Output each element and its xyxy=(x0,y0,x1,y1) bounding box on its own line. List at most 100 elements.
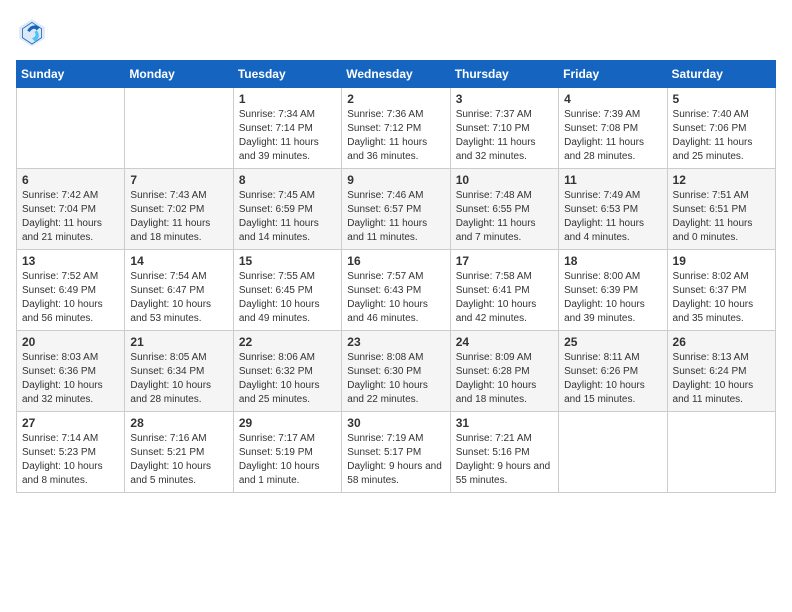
calendar-week-row: 20Sunrise: 8:03 AM Sunset: 6:36 PM Dayli… xyxy=(17,331,776,412)
day-info: Sunrise: 8:05 AM Sunset: 6:34 PM Dayligh… xyxy=(130,351,227,407)
calendar-cell: 25 Sunrise: 8:11 AM Sunset: 6:26 PM Dayli… xyxy=(559,331,667,412)
calendar-cell: 17 Sunrise: 7:58 AM Sunset: 6:41 PM Dayli… xyxy=(450,250,558,331)
calendar-cell xyxy=(125,88,233,169)
day-of-week-header: Friday xyxy=(559,61,667,88)
day-number: 4 xyxy=(564,92,661,106)
day-of-week-header: Saturday xyxy=(667,61,775,88)
day-of-week-header: Sunday xyxy=(17,61,125,88)
day-info: Sunrise: 7:17 AM Sunset: 5:19 PM Dayligh… xyxy=(239,432,336,488)
day-info: Sunrise: 7:46 AM Sunset: 6:57 PM Dayligh… xyxy=(347,189,444,245)
day-info: Sunrise: 8:11 AM Sunset: 6:26 PM Dayligh… xyxy=(564,351,661,407)
day-of-week-header: Wednesday xyxy=(342,61,450,88)
calendar-cell: 26 Sunrise: 8:13 AM Sunset: 6:24 PM Dayli… xyxy=(667,331,775,412)
day-number: 30 xyxy=(347,416,444,430)
calendar-cell xyxy=(17,88,125,169)
day-info: Sunrise: 7:36 AM Sunset: 7:12 PM Dayligh… xyxy=(347,108,444,164)
calendar-cell: 16 Sunrise: 7:57 AM Sunset: 6:43 PM Dayli… xyxy=(342,250,450,331)
calendar-cell: 14Sunrise: 7:54 AM Sunset: 6:47 PM Dayli… xyxy=(125,250,233,331)
calendar-table: SundayMondayTuesdayWednesdayThursdayFrid… xyxy=(16,60,776,493)
calendar-cell: 27 Sunrise: 7:14 AM Sunset: 5:23 PM Dayli… xyxy=(17,412,125,493)
day-info: Sunrise: 8:02 AM Sunset: 6:37 PM Dayligh… xyxy=(673,270,770,326)
calendar-week-row: 13Sunrise: 7:52 AM Sunset: 6:49 PM Dayli… xyxy=(17,250,776,331)
day-info: Sunrise: 7:14 AM Sunset: 5:23 PM Dayligh… xyxy=(22,432,119,488)
day-info: Sunrise: 7:42 AM Sunset: 7:04 PM Dayligh… xyxy=(22,189,119,245)
calendar-cell xyxy=(667,412,775,493)
calendar-week-row: 1 Sunrise: 7:34 AM Sunset: 7:14 PM Daylig… xyxy=(17,88,776,169)
day-info: Sunrise: 8:13 AM Sunset: 6:24 PM Dayligh… xyxy=(673,351,770,407)
page-header xyxy=(16,16,776,48)
day-number: 25 xyxy=(564,335,661,349)
day-number: 24 xyxy=(456,335,553,349)
day-info: Sunrise: 8:06 AM Sunset: 6:32 PM Dayligh… xyxy=(239,351,336,407)
day-info: Sunrise: 8:08 AM Sunset: 6:30 PM Dayligh… xyxy=(347,351,444,407)
day-info: Sunrise: 7:54 AM Sunset: 6:47 PM Dayligh… xyxy=(130,270,227,326)
day-info: Sunrise: 7:48 AM Sunset: 6:55 PM Dayligh… xyxy=(456,189,553,245)
day-number: 31 xyxy=(456,416,553,430)
calendar-cell: 23 Sunrise: 8:08 AM Sunset: 6:30 PM Dayli… xyxy=(342,331,450,412)
calendar-cell: 19 Sunrise: 8:02 AM Sunset: 6:37 PM Dayli… xyxy=(667,250,775,331)
calendar-cell: 4 Sunrise: 7:39 AM Sunset: 7:08 PM Daylig… xyxy=(559,88,667,169)
calendar-cell: 1 Sunrise: 7:34 AM Sunset: 7:14 PM Daylig… xyxy=(233,88,341,169)
day-number: 8 xyxy=(239,173,336,187)
calendar-cell: 21Sunrise: 8:05 AM Sunset: 6:34 PM Dayli… xyxy=(125,331,233,412)
day-number: 5 xyxy=(673,92,770,106)
day-info: Sunrise: 7:55 AM Sunset: 6:45 PM Dayligh… xyxy=(239,270,336,326)
day-number: 19 xyxy=(673,254,770,268)
calendar-cell: 3 Sunrise: 7:37 AM Sunset: 7:10 PM Daylig… xyxy=(450,88,558,169)
day-info: Sunrise: 7:19 AM Sunset: 5:17 PM Dayligh… xyxy=(347,432,444,488)
day-number: 6 xyxy=(22,173,119,187)
calendar-cell: 20Sunrise: 8:03 AM Sunset: 6:36 PM Dayli… xyxy=(17,331,125,412)
calendar-cell: 28 Sunrise: 7:16 AM Sunset: 5:21 PM Dayli… xyxy=(125,412,233,493)
day-number: 16 xyxy=(347,254,444,268)
day-number: 28 xyxy=(130,416,227,430)
calendar-cell: 30 Sunrise: 7:19 AM Sunset: 5:17 PM Dayli… xyxy=(342,412,450,493)
day-number: 26 xyxy=(673,335,770,349)
day-number: 27 xyxy=(22,416,119,430)
day-info: Sunrise: 7:40 AM Sunset: 7:06 PM Dayligh… xyxy=(673,108,770,164)
day-number: 3 xyxy=(456,92,553,106)
day-info: Sunrise: 7:16 AM Sunset: 5:21 PM Dayligh… xyxy=(130,432,227,488)
day-number: 29 xyxy=(239,416,336,430)
day-info: Sunrise: 8:00 AM Sunset: 6:39 PM Dayligh… xyxy=(564,270,661,326)
day-of-week-header: Tuesday xyxy=(233,61,341,88)
calendar-cell: 12Sunrise: 7:51 AM Sunset: 6:51 PM Dayli… xyxy=(667,169,775,250)
calendar-cell: 22 Sunrise: 8:06 AM Sunset: 6:32 PM Dayli… xyxy=(233,331,341,412)
day-info: Sunrise: 7:37 AM Sunset: 7:10 PM Dayligh… xyxy=(456,108,553,164)
day-number: 9 xyxy=(347,173,444,187)
day-number: 22 xyxy=(239,335,336,349)
calendar-cell: 2 Sunrise: 7:36 AM Sunset: 7:12 PM Daylig… xyxy=(342,88,450,169)
day-number: 10 xyxy=(456,173,553,187)
day-info: Sunrise: 7:58 AM Sunset: 6:41 PM Dayligh… xyxy=(456,270,553,326)
day-number: 7 xyxy=(130,173,227,187)
day-info: Sunrise: 7:57 AM Sunset: 6:43 PM Dayligh… xyxy=(347,270,444,326)
day-of-week-header: Monday xyxy=(125,61,233,88)
logo-icon xyxy=(16,16,48,48)
calendar-week-row: 27 Sunrise: 7:14 AM Sunset: 5:23 PM Dayli… xyxy=(17,412,776,493)
day-number: 2 xyxy=(347,92,444,106)
day-info: Sunrise: 8:09 AM Sunset: 6:28 PM Dayligh… xyxy=(456,351,553,407)
day-number: 11 xyxy=(564,173,661,187)
calendar-cell: 8 Sunrise: 7:45 AM Sunset: 6:59 PM Daylig… xyxy=(233,169,341,250)
day-info: Sunrise: 7:39 AM Sunset: 7:08 PM Dayligh… xyxy=(564,108,661,164)
calendar-cell: 24 Sunrise: 8:09 AM Sunset: 6:28 PM Dayli… xyxy=(450,331,558,412)
day-number: 17 xyxy=(456,254,553,268)
calendar-cell: 11 Sunrise: 7:49 AM Sunset: 6:53 PM Dayli… xyxy=(559,169,667,250)
day-number: 18 xyxy=(564,254,661,268)
day-number: 1 xyxy=(239,92,336,106)
calendar-cell: 29 Sunrise: 7:17 AM Sunset: 5:19 PM Dayli… xyxy=(233,412,341,493)
day-info: Sunrise: 8:03 AM Sunset: 6:36 PM Dayligh… xyxy=(22,351,119,407)
calendar-cell: 5 Sunrise: 7:40 AM Sunset: 7:06 PM Daylig… xyxy=(667,88,775,169)
day-number: 23 xyxy=(347,335,444,349)
calendar-header-row: SundayMondayTuesdayWednesdayThursdayFrid… xyxy=(17,61,776,88)
day-info: Sunrise: 7:21 AM Sunset: 5:16 PM Dayligh… xyxy=(456,432,553,488)
calendar-cell: 9 Sunrise: 7:46 AM Sunset: 6:57 PM Daylig… xyxy=(342,169,450,250)
logo xyxy=(16,16,52,48)
calendar-week-row: 6 Sunrise: 7:42 AM Sunset: 7:04 PM Daylig… xyxy=(17,169,776,250)
day-of-week-header: Thursday xyxy=(450,61,558,88)
calendar-cell: 13Sunrise: 7:52 AM Sunset: 6:49 PM Dayli… xyxy=(17,250,125,331)
day-number: 15 xyxy=(239,254,336,268)
day-info: Sunrise: 7:52 AM Sunset: 6:49 PM Dayligh… xyxy=(22,270,119,326)
day-info: Sunrise: 7:49 AM Sunset: 6:53 PM Dayligh… xyxy=(564,189,661,245)
day-info: Sunrise: 7:45 AM Sunset: 6:59 PM Dayligh… xyxy=(239,189,336,245)
day-info: Sunrise: 7:34 AM Sunset: 7:14 PM Dayligh… xyxy=(239,108,336,164)
